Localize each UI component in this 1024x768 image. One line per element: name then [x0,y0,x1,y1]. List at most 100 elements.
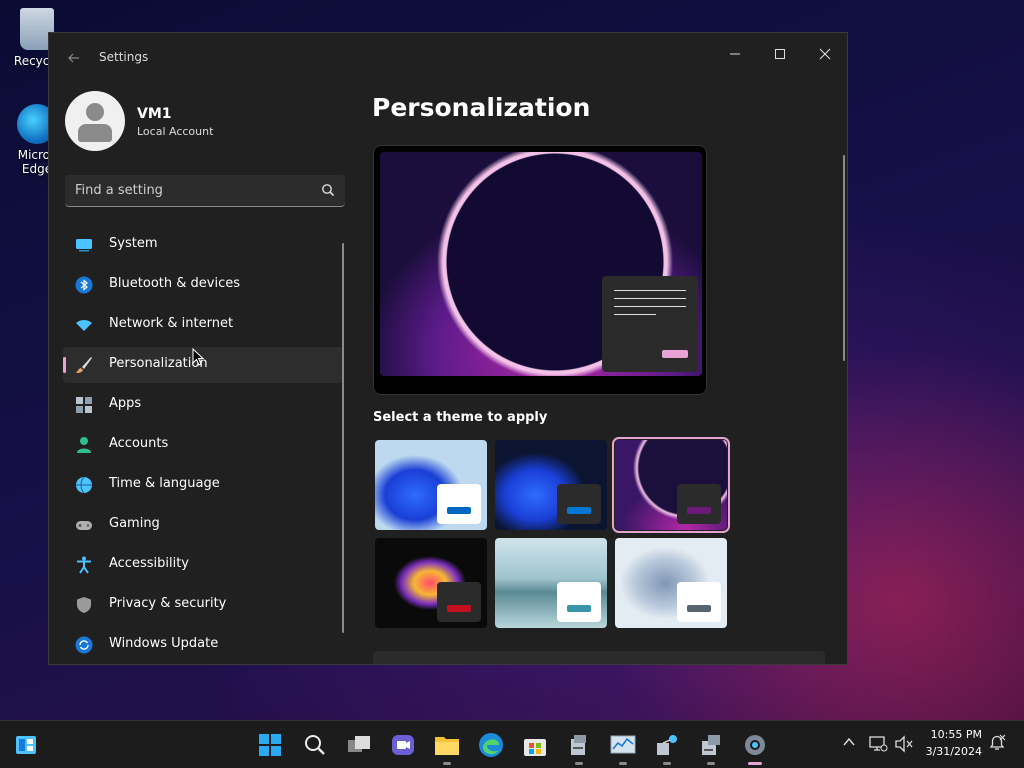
taskbar-chat-button[interactable] [389,731,417,759]
search-field[interactable] [65,175,345,207]
main-scrollbar[interactable] [843,155,845,361]
shield-icon [77,597,91,613]
tray-overflow-button[interactable] [842,735,856,753]
taskbar-file-explorer[interactable] [433,731,461,765]
back-button[interactable] [63,47,85,69]
sidebar-item-apps[interactable]: Apps [63,387,343,423]
settings-card[interactable] [373,651,825,664]
theme-tile-windows-light[interactable] [375,440,487,530]
title-bar: Settings [49,33,847,81]
active-indicator [748,762,762,765]
running-indicator [575,762,583,765]
close-icon [819,48,831,60]
sidebar-item-label: Privacy & security [109,596,227,611]
theme-accent-bar [447,507,471,514]
performance-monitor-icon [610,735,636,754]
theme-tile-windows-glow[interactable] [612,437,730,533]
taskbar-network-app[interactable] [653,731,681,765]
running-indicator [707,762,715,765]
preview-wallpaper [380,152,702,376]
theme-mini-window [437,484,481,524]
task-view-button[interactable] [345,731,373,759]
sidebar-item-label: Accessibility [109,556,189,571]
theme-tile-captured-motion[interactable] [375,538,487,628]
sidebar-item-accounts[interactable]: Accounts [63,427,343,463]
sidebar-item-system[interactable]: System [63,227,343,263]
theme-tile-flow[interactable] [615,538,727,628]
settings-window: Settings VM1 Local Account System [48,32,848,665]
theme-tile-windows-dark[interactable] [495,440,607,530]
taskbar-search-button[interactable] [301,731,329,759]
sidebar-item-privacy-security[interactable]: Privacy & security [63,587,343,623]
paintbrush-icon [76,357,92,373]
notification-bell-icon[interactable] [988,734,1006,752]
theme-tile-sunrise[interactable] [495,538,607,628]
taskbar-server-manager[interactable] [565,731,593,765]
sidebar-item-bluetooth[interactable]: Bluetooth & devices [63,267,343,303]
clock-date[interactable]: 3/31/2024 [920,745,982,758]
mouse-cursor-icon [192,348,204,366]
theme-accent-bar [687,507,711,514]
sidebar-item-label: Time & language [109,476,220,491]
system-icon [76,239,92,252]
preview-line [614,298,686,299]
preview-line [614,306,686,307]
sidebar-item-label: Bluetooth & devices [109,276,240,291]
teams-chat-icon [392,735,414,755]
preview-window [602,276,698,372]
volume-muted-icon[interactable] [894,735,914,753]
search-input[interactable] [65,175,315,205]
sidebar-scrollbar[interactable] [342,243,344,633]
wifi-icon [76,319,92,331]
sidebar-item-gaming[interactable]: Gaming [63,507,343,543]
theme-accent-bar [567,507,591,514]
theme-mini-window [557,582,601,622]
sidebar-item-label: Network & internet [109,316,234,331]
sidebar-item-label: Accounts [109,436,169,451]
running-indicator [619,762,627,765]
taskbar-hyperv[interactable] [697,731,725,765]
theme-mini-window [677,582,721,622]
user-name: VM1 [137,106,172,122]
network-app-icon [657,735,677,755]
hyperv-icon [702,735,720,755]
accessibility-icon [77,556,91,574]
arrow-left-icon [68,53,79,63]
search-icon[interactable] [321,183,335,197]
maximize-button[interactable] [760,39,800,69]
start-button[interactable] [256,731,284,759]
theme-accent-bar [687,605,711,612]
store-icon [524,739,546,756]
preview-line [614,314,656,315]
close-button[interactable] [805,39,845,69]
avatar[interactable] [65,91,125,151]
taskbar-edge[interactable] [477,731,505,759]
preview-button [662,350,688,358]
avatar-head [86,103,104,121]
taskbar-store[interactable] [521,731,549,759]
sidebar-item-accessibility[interactable]: Accessibility [63,547,343,583]
maximize-icon [775,49,785,59]
gamepad-icon [76,521,92,530]
sidebar-item-windows-update[interactable]: Windows Update [63,627,343,663]
sidebar-item-time-language[interactable]: Time & language [63,467,343,503]
clock-time[interactable]: 10:55 PM [924,728,982,741]
sidebar-item-label: Apps [109,396,142,411]
sidebar-item-label: System [109,236,158,251]
account-type: Local Account [137,125,214,138]
network-status-icon[interactable] [868,735,888,753]
theme-accent-bar [567,605,591,612]
theme-accent-bar [447,605,471,612]
sidebar-item-label: Gaming [109,516,160,531]
sidebar-item-network[interactable]: Network & internet [63,307,343,343]
minimize-button[interactable] [715,39,755,69]
update-icon [75,636,93,654]
window-title: Settings [99,50,149,64]
edge-icon [479,733,503,757]
theme-mini-window [677,484,721,524]
avatar-body [78,124,112,142]
taskbar-settings[interactable] [741,731,769,765]
taskbar-performance-monitor[interactable] [609,731,637,765]
settings-icon [745,735,765,755]
widgets-icon[interactable] [14,733,38,757]
